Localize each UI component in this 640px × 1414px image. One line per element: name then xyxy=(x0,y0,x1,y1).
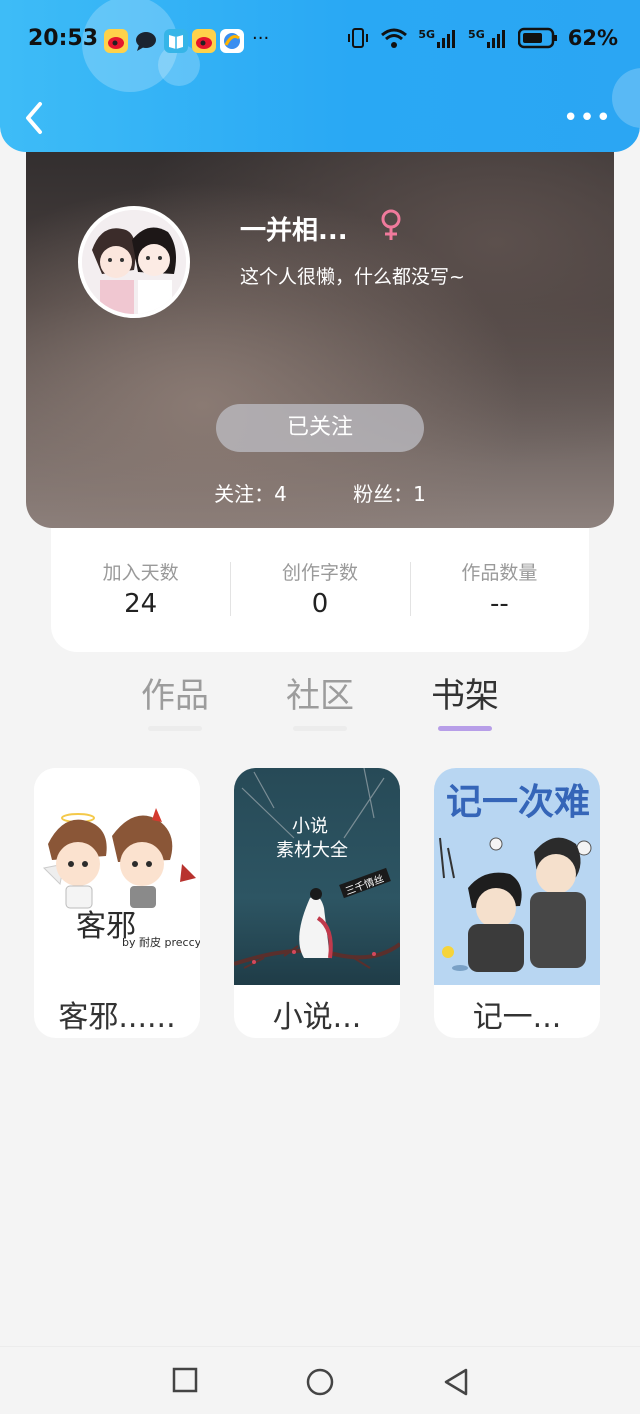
female-symbol-icon xyxy=(381,209,401,240)
profile-tabs: 作品 社区 书架 xyxy=(100,668,540,740)
home-button[interactable] xyxy=(305,1367,335,1397)
battery-icon xyxy=(517,27,557,49)
back-button[interactable] xyxy=(22,100,48,136)
stat-word-count: 创作字数 0 xyxy=(230,528,409,652)
book-title: 客邪...... xyxy=(58,1000,176,1035)
signal-icon: 5G xyxy=(468,28,508,48)
stats-panel: 加入天数 24 创作字数 0 作品数量 -- xyxy=(51,528,589,652)
cover-tag: 三千情丝 xyxy=(344,872,386,898)
profile-card: 一并相... 这个人很懒，什么都没写~ 已关注 关注：4 粉丝：1 xyxy=(26,120,614,528)
cover-title: 记一次难 xyxy=(446,782,590,823)
tab-works[interactable]: 作品 xyxy=(115,668,235,731)
stat-value: 0 xyxy=(311,589,329,619)
stat-label: 加入天数 xyxy=(102,562,179,584)
following-status-button[interactable]: 已关注 xyxy=(216,404,424,452)
chat-bubble-icon xyxy=(134,29,158,53)
weibo-icon xyxy=(104,29,128,53)
decor-bubble xyxy=(612,68,640,128)
status-indicators: 5G 5G 62% xyxy=(346,26,618,50)
status-bar: 20:53 ··· 5G 5G 62% xyxy=(0,22,640,62)
cover-subtitle: 素材大全 xyxy=(276,840,348,861)
book-cover: 记一次难 xyxy=(434,768,600,985)
tab-bookshelf[interactable]: 书架 xyxy=(405,668,525,731)
recent-apps-button[interactable] xyxy=(172,1367,198,1393)
tab-label: 作品 xyxy=(141,676,209,716)
system-back-button[interactable] xyxy=(442,1367,470,1397)
tab-underline xyxy=(148,726,202,731)
status-time: 20:53 xyxy=(28,26,99,51)
book-card[interactable]: 记一次难 记一... xyxy=(434,768,600,1038)
avatar[interactable] xyxy=(78,206,190,318)
network-type: 5G xyxy=(468,28,485,41)
vibrate-icon xyxy=(348,28,369,48)
stat-works-count: 作品数量 -- xyxy=(409,528,589,652)
following-count[interactable]: 关注：4 xyxy=(214,482,287,506)
signal-icon: 5G xyxy=(418,28,458,48)
book-card[interactable]: 客邪 by 耐皮 preccy 客邪...... xyxy=(34,768,200,1038)
network-type: 5G xyxy=(418,28,436,41)
tab-underline xyxy=(438,726,492,731)
followers-count[interactable]: 粉丝：1 xyxy=(353,482,426,506)
top-header: 20:53 ··· 5G 5G 62% ••• xyxy=(0,0,640,152)
stat-value: -- xyxy=(489,589,509,619)
username: 一并相... xyxy=(240,216,348,246)
follow-counts: 关注：4 粉丝：1 xyxy=(26,478,614,507)
more-notifications-icon: ··· xyxy=(252,28,270,49)
book-title: 记一... xyxy=(472,1000,562,1035)
browser-icon xyxy=(220,29,244,53)
weibo-icon xyxy=(192,29,216,53)
tab-label: 书架 xyxy=(431,676,499,716)
stat-label: 作品数量 xyxy=(461,562,538,584)
stat-join-days: 加入天数 24 xyxy=(51,528,230,652)
book-title: 小说... xyxy=(272,1000,362,1035)
user-bio: 这个人很懒，什么都没写~ xyxy=(240,266,465,288)
wifi-icon xyxy=(381,28,408,48)
book-cover: 客邪 by 耐皮 preccy xyxy=(34,768,200,985)
cover-title: 小说 xyxy=(292,816,328,837)
book-card[interactable]: 小说 素材大全 三千情丝 小说... xyxy=(234,768,400,1038)
tab-underline xyxy=(293,726,347,731)
book-cover: 小说 素材大全 三千情丝 xyxy=(234,768,400,985)
tab-label: 社区 xyxy=(286,676,354,716)
tab-community[interactable]: 社区 xyxy=(260,668,380,731)
more-options-button[interactable]: ••• xyxy=(563,105,612,131)
reader-icon xyxy=(164,29,188,53)
battery-percent: 62% xyxy=(567,26,618,50)
stat-value: 24 xyxy=(124,589,158,619)
stat-label: 创作字数 xyxy=(281,562,358,584)
system-navigation-bar xyxy=(0,1346,640,1414)
cover-author: by 耐皮 preccy xyxy=(122,936,200,949)
